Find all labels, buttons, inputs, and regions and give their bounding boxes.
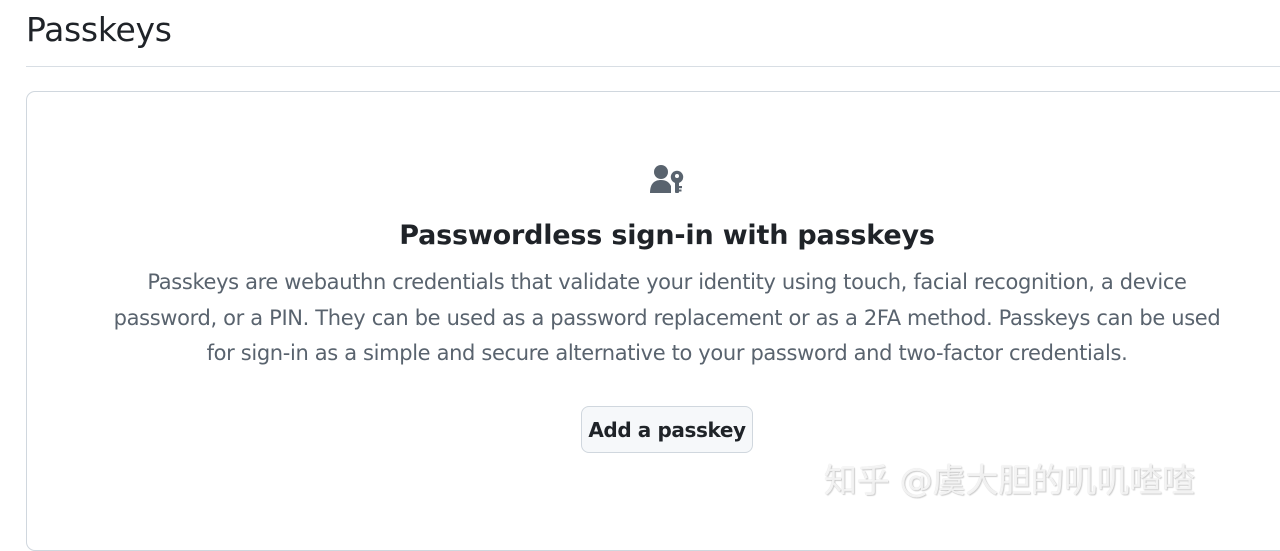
empty-state-heading: Passwordless sign-in with passkeys bbox=[399, 220, 935, 251]
title-divider bbox=[26, 66, 1280, 67]
empty-state-description: Passkeys are webauthn credentials that v… bbox=[113, 270, 1221, 365]
watermark-text: 知乎 @虞大胆的叽叽喳喳 bbox=[824, 461, 1196, 500]
add-passkey-button[interactable]: Add a passkey bbox=[581, 406, 753, 453]
passkey-icon bbox=[649, 164, 685, 196]
page-title: Passkeys bbox=[26, 10, 172, 49]
